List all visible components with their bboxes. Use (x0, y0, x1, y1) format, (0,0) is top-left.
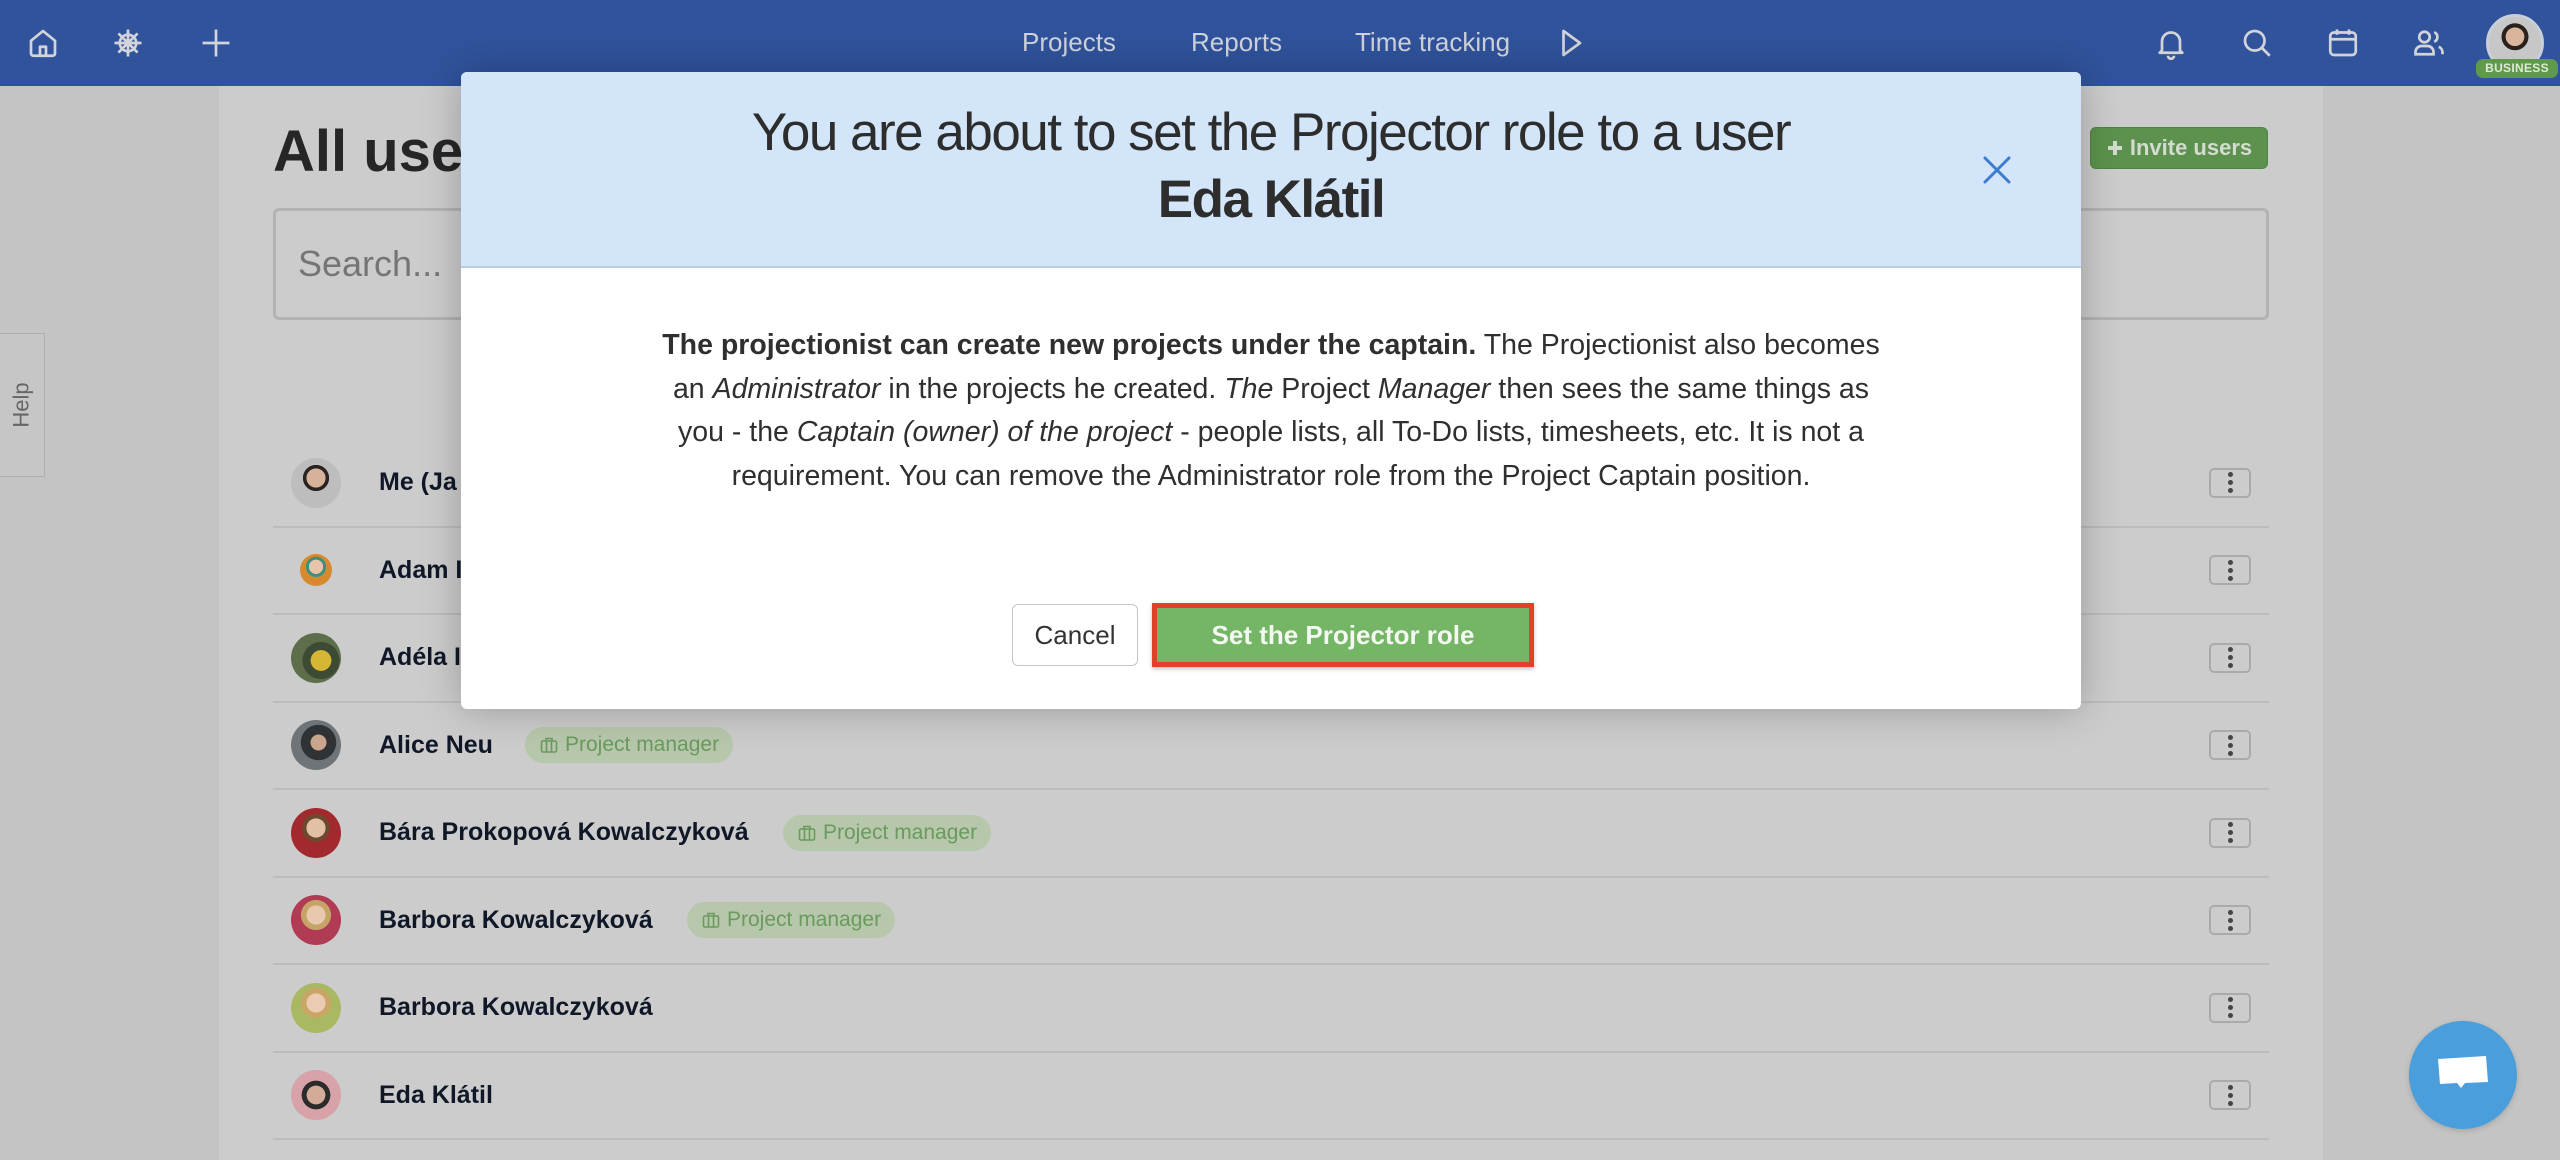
users-icon (2414, 30, 2444, 56)
set-projector-role-button[interactable]: Set the Projector role (1152, 603, 1534, 667)
body-emphasis: Administrator (712, 372, 881, 405)
avatar (291, 1070, 341, 1121)
plus-icon (202, 29, 230, 57)
user-row[interactable]: Bára Prokopová Kowalczyková Project mana… (273, 790, 2269, 878)
ship-wheel-icon (114, 29, 142, 57)
close-icon (1983, 156, 2011, 184)
more-options-button[interactable] (2209, 817, 2251, 848)
dialog-user-name: Eda Klátil (1157, 170, 1386, 229)
calendar-button[interactable] (2322, 22, 2364, 64)
briefcase-icon (540, 737, 558, 754)
add-button[interactable] (195, 22, 237, 64)
body-emphasis: Captain (owner) of the project (796, 416, 1173, 448)
user-name: Alice Neu (379, 730, 493, 759)
avatar (300, 554, 332, 587)
user-row[interactable]: Eda Klátil (273, 1053, 2269, 1140)
dialog-body: The projectionist can create new project… (461, 268, 2081, 498)
notifications-button[interactable] (2150, 22, 2192, 64)
more-options-button[interactable] (2209, 467, 2251, 498)
more-options-button[interactable] (2209, 1080, 2251, 1111)
calendar-icon (2328, 29, 2358, 57)
user-name: Barbora Kowalczyková (379, 905, 653, 934)
more-options-button[interactable] (2209, 642, 2251, 673)
dialog-actions: Cancel Set the Projector role (461, 603, 2081, 667)
nav-projects[interactable]: Projects (1022, 27, 1116, 58)
more-options-button[interactable] (2209, 905, 2251, 936)
chat-icon (2438, 1056, 2488, 1088)
plus-icon (2107, 141, 2122, 155)
body-text: in the projects he created. (880, 372, 1225, 405)
body-lead: The projectionist can create new project… (662, 329, 1477, 361)
invite-users-label: Invite users (2129, 135, 2253, 160)
users-button[interactable] (2408, 22, 2450, 64)
user-row[interactable]: Alice Neu Project manager (273, 703, 2269, 790)
body-text: Project (1273, 372, 1378, 405)
dialog-header: You are about to set the Projector role … (461, 72, 2081, 268)
role-label: Project manager (823, 820, 978, 844)
body-emphasis: The (1224, 372, 1274, 405)
user-name: Me (Ja (379, 468, 457, 497)
captain-button[interactable] (107, 22, 149, 64)
briefcase-icon (702, 912, 720, 929)
plan-badge: BUSINESS (2476, 59, 2558, 78)
briefcase-icon (798, 825, 816, 841)
search-icon (2243, 29, 2271, 57)
user-name: Eda Klátil (379, 1080, 493, 1109)
close-button[interactable] (1979, 152, 2015, 188)
home-icon (29, 29, 57, 58)
avatar (291, 457, 341, 508)
avatar (291, 720, 341, 771)
role-badge: Project manager (525, 727, 734, 764)
bell-icon (2158, 31, 2184, 61)
user-row[interactable]: Barbora Kowalczyková Project manager (273, 878, 2269, 965)
user-row[interactable]: Barbora Kowalczyková (273, 965, 2269, 1053)
user-name: Adam I (379, 555, 463, 584)
more-options-button[interactable] (2209, 730, 2251, 761)
help-tab-label: Help (9, 382, 34, 428)
role-badge: Project manager (687, 902, 896, 939)
search-button[interactable] (2236, 22, 2278, 64)
avatar (291, 807, 341, 858)
user-name: Barbora Kowalczyková (379, 993, 653, 1022)
dialog-title: You are about to set the Projector role … (751, 103, 1792, 162)
avatar (291, 632, 341, 683)
set-role-dialog: You are about to set the Projector role … (461, 72, 2081, 709)
nav-reports[interactable]: Reports (1191, 27, 1282, 58)
user-name: Adéla I (379, 643, 461, 672)
more-options-button[interactable] (2209, 992, 2251, 1023)
avatar (291, 895, 341, 946)
home-button[interactable] (22, 22, 64, 64)
role-badge: Project manager (783, 814, 992, 851)
role-label: Project manager (565, 733, 720, 757)
user-name: Bára Prokopová Kowalczyková (379, 818, 749, 847)
role-label: Project manager (727, 908, 882, 932)
more-options-button[interactable] (2209, 555, 2251, 586)
body-emphasis: Manager (1377, 372, 1491, 405)
play-icon (1562, 29, 1582, 57)
chat-button[interactable] (2409, 1021, 2517, 1129)
cancel-button[interactable]: Cancel (1012, 604, 1138, 666)
start-timer-button[interactable] (1550, 22, 1592, 64)
invite-users-button[interactable]: Invite users (2090, 127, 2268, 169)
avatar (291, 982, 341, 1033)
help-tab[interactable]: Help (0, 333, 45, 477)
nav-time-tracking[interactable]: Time tracking (1355, 27, 1510, 58)
